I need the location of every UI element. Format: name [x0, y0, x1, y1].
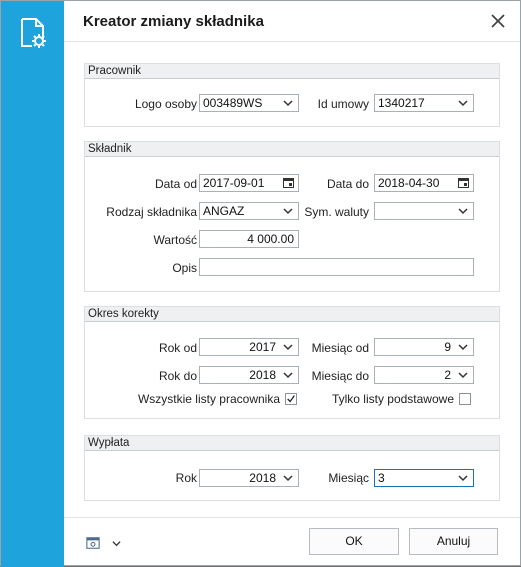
dialog-side-panel: [1, 1, 64, 567]
tylko-listy-checkbox[interactable]: [459, 393, 471, 405]
rodzaj-skladnika-value: ANGAZ: [203, 204, 245, 218]
chevron-down-icon: [458, 208, 468, 215]
group-header: Składnik: [85, 142, 499, 157]
wartosc-input[interactable]: 4 000.00: [199, 230, 299, 248]
rok-do-value: 2018: [249, 368, 276, 382]
group-okres-korekty: Okres korekty Rok od 2017 Miesiąc od 9 R…: [84, 306, 500, 419]
data-do-input[interactable]: 2018-04-30: [374, 174, 474, 192]
opis-input[interactable]: [199, 258, 474, 276]
wszystkie-listy-checkbox[interactable]: [285, 393, 297, 405]
checkmark-icon: [287, 395, 295, 403]
rok-do-select[interactable]: 2018: [199, 366, 299, 384]
group-header: Pracownik: [85, 64, 499, 79]
cancel-button[interactable]: Anuluj: [409, 528, 498, 555]
wartosc-label: Wartość: [153, 233, 197, 247]
miesiac-label: Miesiąc: [328, 471, 369, 485]
chevron-down-icon: [458, 475, 468, 482]
wszystkie-listy-label: Wszystkie listy pracownika: [137, 392, 280, 406]
id-umowy-select[interactable]: 1340217: [374, 94, 474, 112]
rok-select[interactable]: 2018: [199, 469, 299, 487]
miesiac-od-value: 9: [444, 340, 451, 354]
settings-document-icon: [21, 18, 46, 48]
rodzaj-skladnika-select[interactable]: ANGAZ: [199, 202, 299, 220]
miesiac-do-label: Miesiąc do: [311, 369, 369, 383]
chevron-down-icon: [458, 372, 468, 379]
data-od-value: 2017-09-01: [203, 176, 265, 190]
close-icon[interactable]: [488, 11, 508, 31]
calendar-icon: [458, 178, 469, 188]
group-pracownik: Pracownik Logo osoby 003489WS Id umowy 1…: [84, 63, 500, 127]
sym-waluty-label: Sym. waluty: [304, 205, 369, 219]
rok-od-select[interactable]: 2017: [199, 338, 299, 356]
chevron-down-icon: [283, 372, 293, 379]
dialog-footer: OK Anuluj: [64, 517, 520, 565]
dialog-title: Kreator zmiany składnika: [83, 13, 264, 30]
title-bar: Kreator zmiany składnika: [64, 1, 520, 42]
opis-label: Opis: [172, 261, 197, 275]
data-od-input[interactable]: 2017-09-01: [199, 174, 299, 192]
chevron-down-icon: [112, 541, 121, 547]
miesiac-od-label: Miesiąc od: [311, 341, 369, 355]
ok-button[interactable]: OK: [309, 528, 399, 555]
rok-value: 2018: [249, 471, 276, 485]
data-do-value: 2018-04-30: [378, 176, 440, 190]
logo-osoby-value: 003489WS: [203, 96, 263, 110]
group-header: Wypłata: [85, 436, 499, 451]
miesiac-value: 3: [378, 471, 385, 485]
rok-do-label: Rok do: [158, 369, 197, 383]
logo-osoby-label: Logo osoby: [134, 97, 197, 111]
sym-waluty-select[interactable]: [374, 202, 474, 220]
chevron-down-icon: [283, 208, 293, 215]
miesiac-do-select[interactable]: 2: [374, 366, 474, 384]
settings-icon: [86, 537, 100, 549]
rodzaj-skladnika-label: Rodzaj składnika: [106, 205, 197, 219]
rok-label: Rok: [175, 471, 197, 485]
chevron-down-icon: [283, 344, 293, 351]
id-umowy-value: 1340217: [378, 96, 425, 110]
chevron-down-icon: [283, 100, 293, 107]
dialog-content: Kreator zmiany składnika Pracownik Logo …: [64, 1, 520, 565]
group-wyplata: Wypłata Rok 2018 Miesiąc 3: [84, 435, 500, 501]
miesiac-select[interactable]: 3: [374, 469, 474, 487]
miesiac-do-value: 2: [444, 368, 451, 382]
dialog-window: Kreator zmiany składnika Pracownik Logo …: [0, 0, 521, 567]
logo-osoby-select[interactable]: 003489WS: [199, 94, 299, 112]
chevron-down-icon: [458, 100, 468, 107]
data-od-label: Data od: [154, 177, 197, 191]
rok-od-value: 2017: [249, 340, 276, 354]
rok-od-label: Rok od: [158, 341, 197, 355]
id-umowy-label: Id umowy: [317, 97, 369, 111]
calendar-icon: [283, 178, 294, 188]
group-skladnik: Składnik Data od 2017-09-01 Data do 2018…: [84, 141, 500, 292]
data-do-label: Data do: [326, 177, 369, 191]
chevron-down-icon: [458, 344, 468, 351]
miesiac-od-select[interactable]: 9: [374, 338, 474, 356]
tools-menu-button[interactable]: [86, 535, 126, 551]
group-header: Okres korekty: [85, 307, 499, 322]
chevron-down-icon: [283, 475, 293, 482]
tylko-listy-label: Tylko listy podstawowe: [331, 392, 454, 406]
